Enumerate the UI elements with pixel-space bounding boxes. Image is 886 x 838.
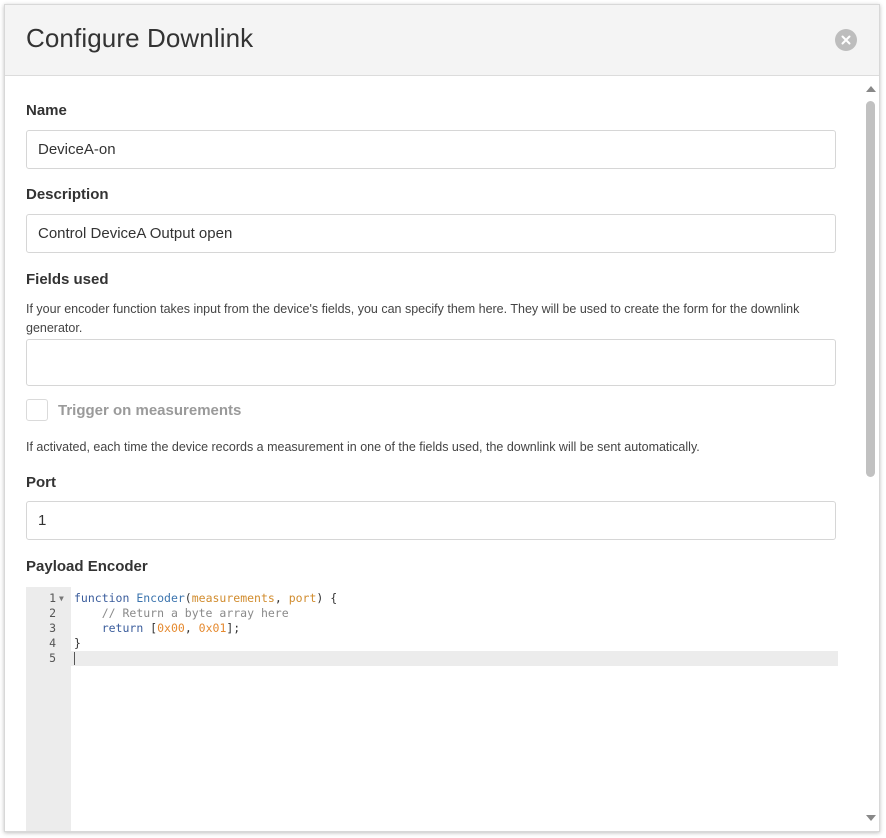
line-number: 1 — [49, 591, 56, 605]
line-number: 3 — [49, 621, 56, 635]
fold-arrow-icon[interactable]: ▼ — [59, 591, 64, 606]
code-line: 1 ▼ function Encoder(measurements, port)… — [26, 591, 838, 606]
code-line: 4 } — [26, 636, 838, 651]
close-icon — [841, 35, 851, 45]
line-number: 2 — [49, 606, 56, 620]
code-text: } — [74, 636, 81, 650]
modal-body: Name Description Fields used If your enc… — [5, 76, 863, 831]
configure-downlink-modal: Configure Downlink Name Description Fiel… — [4, 4, 880, 832]
fields-used-help: If your encoder function takes input fro… — [26, 302, 800, 335]
code-text: function Encoder(measurements, port) { — [74, 591, 338, 605]
port-input[interactable] — [26, 501, 836, 540]
line-number: 5 — [49, 651, 56, 665]
vertical-scrollbar[interactable] — [863, 76, 879, 831]
trigger-checkbox[interactable] — [26, 399, 48, 421]
code-text: // Return a byte array here — [101, 606, 289, 620]
code-editor[interactable]: 1 ▼ function Encoder(measurements, port)… — [26, 587, 838, 831]
name-label: Name — [26, 102, 67, 119]
text-cursor — [74, 652, 75, 665]
chevron-down-icon[interactable] — [866, 815, 876, 821]
code-text: return [0x00, 0x01]; — [101, 621, 241, 635]
chevron-up-icon[interactable] — [866, 86, 876, 92]
scroll-thumb[interactable] — [866, 101, 875, 477]
code-line: 3 return [0x00, 0x01]; — [26, 621, 838, 636]
trigger-help: If activated, each time the device recor… — [26, 440, 700, 454]
code-line: 2 // Return a byte array here — [26, 606, 838, 621]
modal-title: Configure Downlink — [26, 23, 254, 53]
name-input[interactable] — [26, 130, 836, 169]
payload-encoder-label: Payload Encoder — [26, 558, 148, 575]
fields-used-input[interactable] — [26, 339, 836, 386]
port-label: Port — [26, 474, 56, 491]
line-number: 4 — [49, 636, 56, 650]
modal-header: Configure Downlink — [5, 5, 879, 76]
code-line-active: 5 — [26, 651, 838, 666]
description-label: Description — [26, 186, 109, 203]
trigger-label[interactable]: Trigger on measurements — [58, 402, 241, 419]
close-button[interactable] — [835, 29, 857, 51]
fields-used-label: Fields used — [26, 271, 109, 288]
description-input[interactable] — [26, 214, 836, 253]
